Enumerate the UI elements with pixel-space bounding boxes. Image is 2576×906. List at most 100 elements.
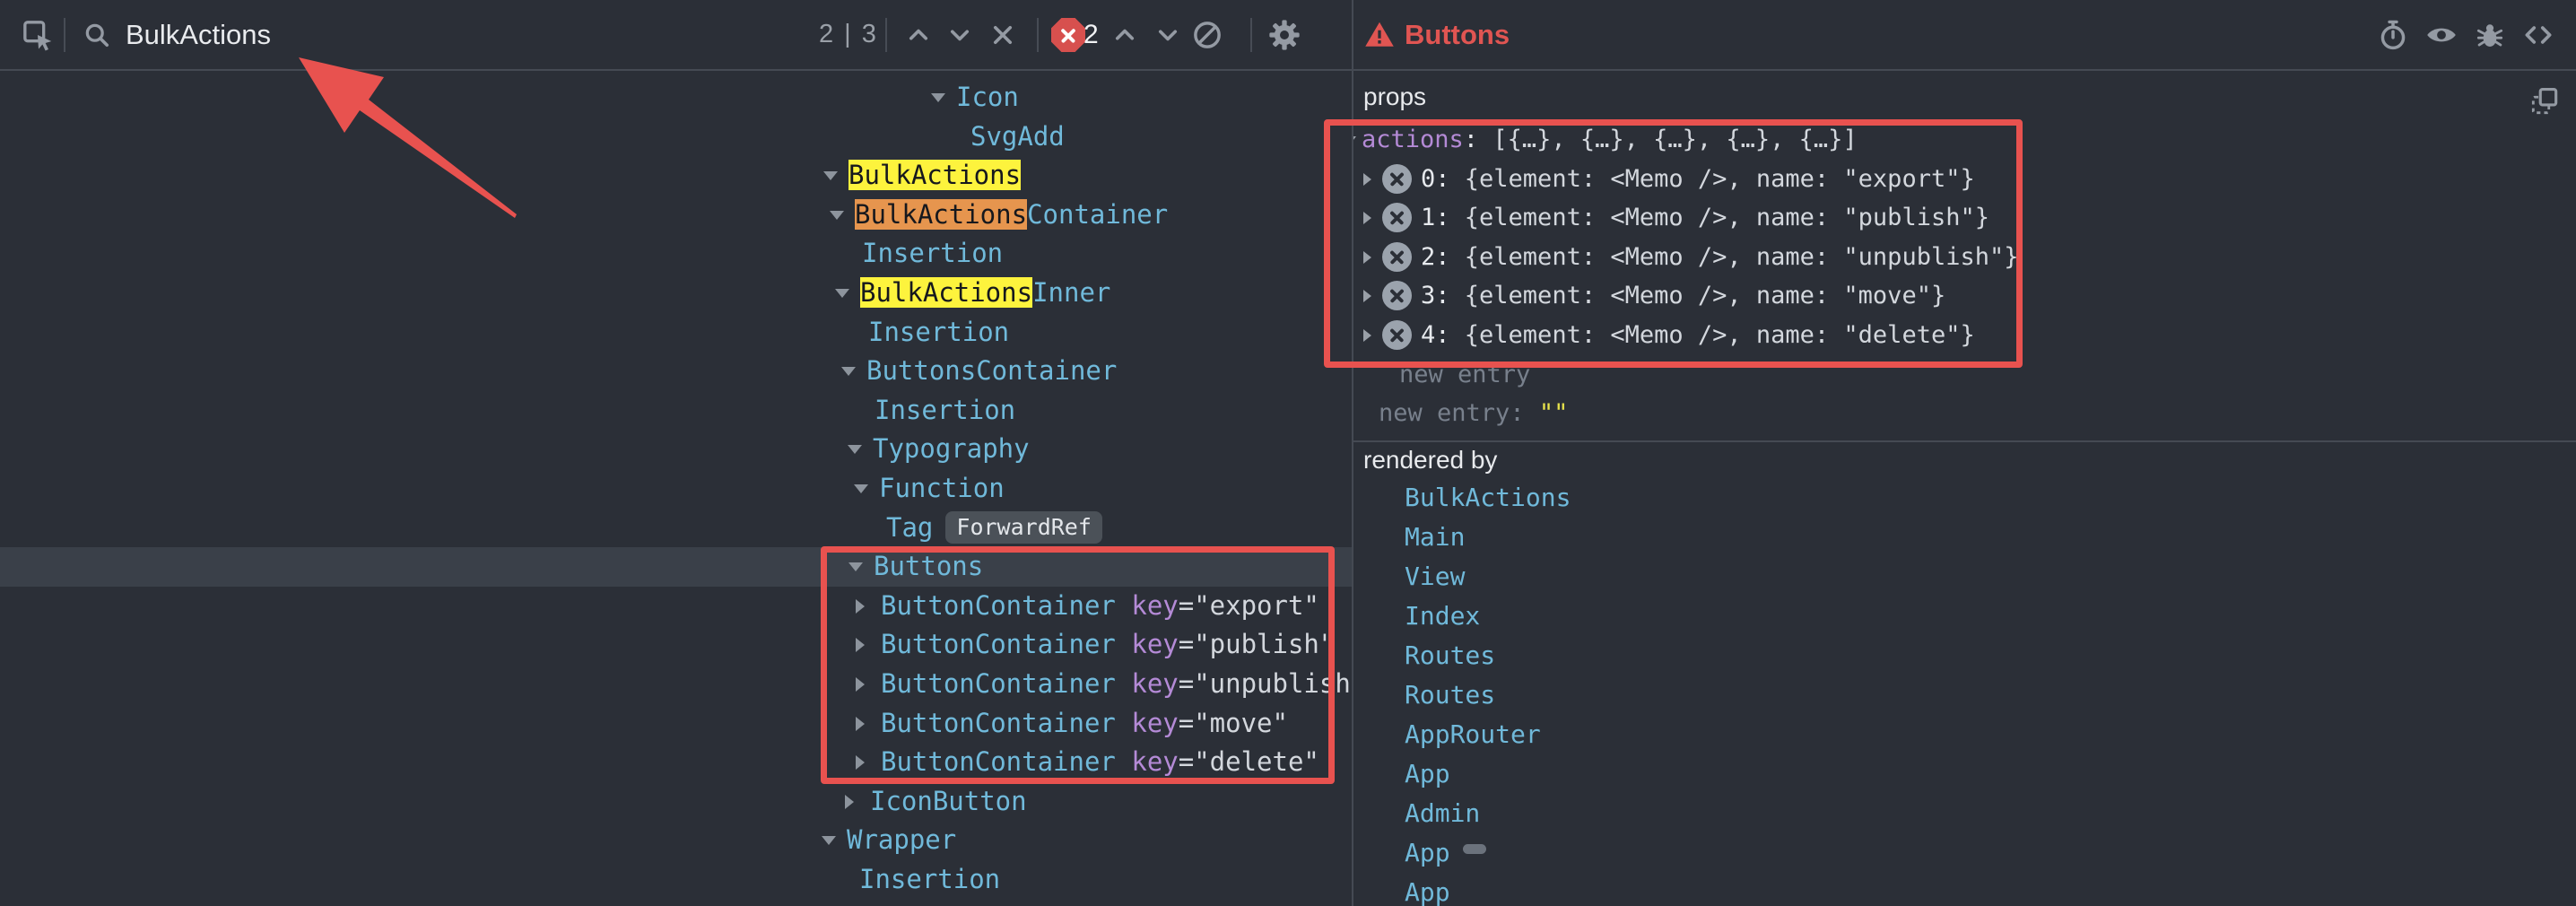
rendered-by-item[interactable]: App [1405, 873, 1450, 906]
collapse-caret-icon[interactable] [822, 836, 836, 845]
remove-entry-icon[interactable] [1382, 242, 1412, 272]
remove-entry-icon[interactable] [1382, 164, 1412, 194]
tree-row-label: ButtonContainer key="export" [881, 587, 1319, 626]
remove-entry-icon[interactable] [1382, 281, 1412, 310]
tree-row[interactable]: ButtonContainer key="unpublish" [0, 665, 1352, 704]
expand-caret-icon[interactable] [1363, 290, 1371, 302]
collapse-caret-icon[interactable] [830, 211, 844, 220]
remove-entry-icon[interactable] [1382, 203, 1412, 232]
collapse-caret-icon[interactable] [848, 445, 862, 454]
collapse-caret-icon[interactable] [931, 93, 945, 102]
expand-caret-icon[interactable] [856, 599, 865, 614]
expand-caret-icon[interactable] [1363, 212, 1371, 224]
rendered-by-item[interactable]: View [1405, 557, 1465, 597]
suppress-errors-button[interactable] [1189, 17, 1225, 53]
tree-row[interactable]: TagForwardRef [0, 509, 1352, 548]
tree-row[interactable]: Typography [0, 430, 1352, 469]
tree-row[interactable]: IconButton [0, 782, 1352, 822]
tree-row[interactable]: Icon [0, 78, 1352, 118]
tree-row[interactable]: BulkActionsInner [0, 274, 1352, 313]
expand-caret-icon[interactable] [845, 795, 854, 809]
props-section-label: props [1363, 79, 1426, 115]
colon: : [1435, 321, 1465, 349]
log-to-console-button[interactable] [2472, 17, 2508, 53]
tree-row[interactable]: BulkActions [0, 156, 1352, 196]
component-name: ButtonContainer [881, 746, 1131, 777]
expand-caret-icon[interactable] [1363, 329, 1371, 342]
rendered-by-item[interactable]: Routes [1405, 636, 1495, 675]
rendered-by-item[interactable]: AppRouter [1405, 715, 1541, 754]
clear-search-button[interactable] [985, 17, 1021, 53]
tree-row[interactable]: Insertion [0, 234, 1352, 274]
prop-name: new entry [1379, 399, 1510, 427]
rendered-by-item[interactable]: Index [1405, 597, 1480, 636]
collapse-caret-icon[interactable] [1353, 136, 1356, 144]
tree-row[interactable]: Insertion [0, 860, 1352, 900]
previous-result-button[interactable] [901, 17, 936, 53]
tree-row[interactable]: SvgAdd [0, 118, 1352, 157]
expand-caret-icon[interactable] [856, 677, 865, 692]
component-name: Buttons [874, 551, 983, 581]
chevron-down-icon [944, 19, 976, 51]
collapse-caret-icon[interactable] [823, 171, 838, 180]
collapse-caret-icon[interactable] [841, 367, 856, 376]
no-symbol-icon [1190, 18, 1224, 52]
rendered-by-item[interactable]: Routes [1405, 675, 1495, 715]
tree-row[interactable]: Function [0, 469, 1352, 509]
expand-caret-icon[interactable] [1363, 251, 1371, 264]
remove-entry-icon[interactable] [1382, 320, 1412, 350]
expand-caret-icon[interactable] [856, 755, 865, 770]
search-icon [79, 17, 115, 53]
component-name: ="delete" [1179, 746, 1319, 777]
rendered-by-item[interactable]: BulkActions [1405, 478, 1571, 518]
tree-row[interactable]: ButtonContainer key="publish" [0, 625, 1352, 665]
settings-button[interactable] [1266, 17, 1302, 53]
prop-text: 4: {element: <Memo />, name: "delete"} [1421, 316, 1975, 355]
component-name: ButtonsContainer [866, 355, 1117, 386]
inspect-element-button[interactable] [20, 17, 56, 53]
rendered-by-item[interactable]: Main [1405, 518, 1465, 557]
component-name: key [1131, 629, 1178, 659]
component-name: ="export" [1179, 590, 1319, 621]
previous-error-button[interactable] [1107, 17, 1143, 53]
component-name: Container [1027, 199, 1168, 230]
collapse-caret-icon[interactable] [849, 562, 863, 571]
tree-row[interactable]: Wrapper [0, 821, 1352, 860]
rendered-by-item[interactable]: App [1405, 833, 1486, 873]
prop-value: [{…}, {…}, {…}, {…}, {…}] [1493, 126, 1857, 153]
component-tree: IconSvgAddBulkActionsBulkActionsContaine… [0, 71, 1352, 906]
tree-row[interactable]: ButtonContainer key="delete" [0, 743, 1352, 782]
forwardref-badge: ForwardRef [945, 511, 1102, 544]
prop-value: {element: <Memo />, name: "unpublish"} [1465, 243, 2019, 271]
next-error-button[interactable] [1150, 17, 1186, 53]
tree-row[interactable]: ButtonContainer key="export" [0, 587, 1352, 626]
suspense-toggle-button[interactable] [2375, 17, 2411, 53]
rendered-by-item[interactable]: Admin [1405, 794, 1480, 833]
tree-row-label: TagForwardRef [886, 509, 1102, 548]
tree-row[interactable]: Buttons [0, 547, 1352, 587]
tree-row[interactable]: Insertion [0, 313, 1352, 353]
collapse-caret-icon[interactable] [835, 289, 849, 298]
tree-row[interactable]: Insertion [0, 391, 1352, 431]
colon: : [1510, 399, 1539, 427]
chevron-up-icon [902, 19, 935, 51]
expand-caret-icon[interactable] [856, 717, 865, 731]
prop-name: 1 [1421, 204, 1435, 231]
collapse-caret-icon[interactable] [854, 484, 868, 493]
copy-props-button[interactable] [2527, 83, 2563, 119]
next-result-button[interactable] [942, 17, 978, 53]
tree-row[interactable]: ButtonsContainer [0, 352, 1352, 391]
expand-caret-icon[interactable] [856, 638, 865, 652]
search-input[interactable]: BulkActions [126, 0, 271, 69]
colon: : [1435, 204, 1465, 231]
tree-row-label: Icon [956, 78, 1019, 118]
tree-row-label: ButtonContainer key="unpublish" [881, 665, 1352, 704]
component-name: ButtonContainer [881, 629, 1131, 659]
view-source-button[interactable] [2520, 17, 2556, 53]
tree-row[interactable]: ButtonContainer key="move" [0, 704, 1352, 744]
tree-row[interactable]: BulkActionsContainer [0, 196, 1352, 235]
component-name: Insertion [859, 864, 1000, 894]
inspect-dom-button[interactable] [2424, 17, 2459, 53]
expand-caret-icon[interactable] [1363, 173, 1371, 186]
rendered-by-item[interactable]: App [1405, 754, 1450, 794]
